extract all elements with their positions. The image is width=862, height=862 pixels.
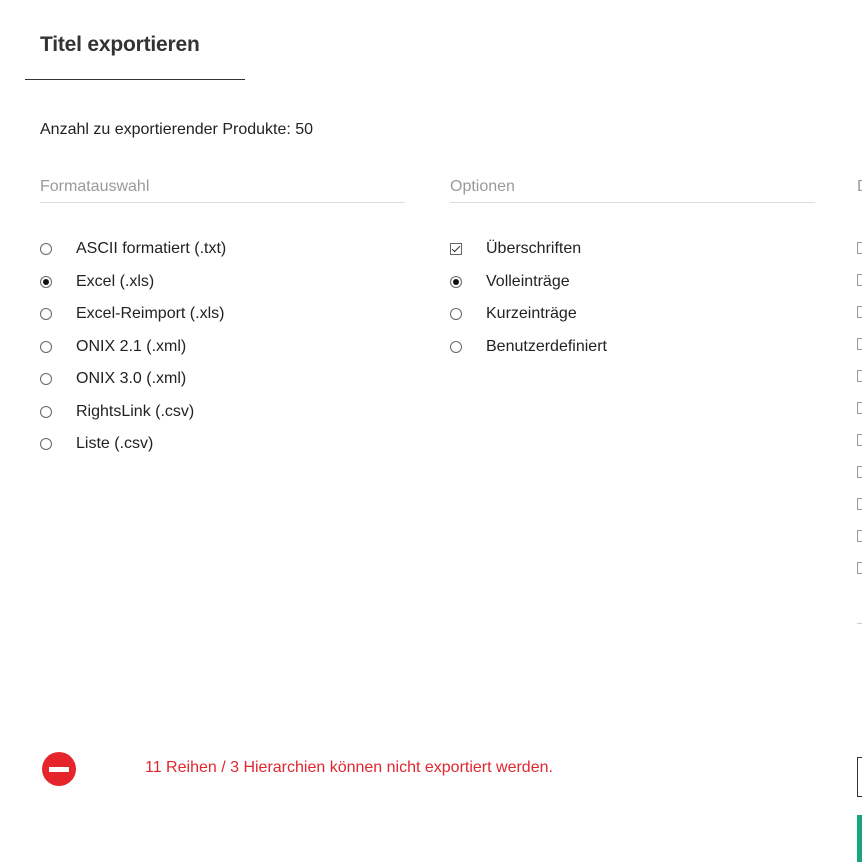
secondary-button[interactable]	[857, 757, 862, 797]
checkbox[interactable]	[857, 434, 862, 446]
checkbox[interactable]	[857, 466, 862, 478]
radio-button[interactable]	[40, 308, 52, 321]
no-entry-icon	[42, 752, 76, 786]
checkbox[interactable]	[857, 498, 862, 510]
radio-button-selected[interactable]	[40, 275, 52, 288]
radio-button[interactable]	[40, 438, 52, 451]
format-option-label: ONIX 3.0 (.xml)	[76, 370, 187, 388]
checkbox[interactable]	[857, 306, 862, 318]
options-heading: Optionen	[450, 178, 815, 203]
radio-button[interactable]	[40, 243, 52, 256]
option-label: Kurzeinträge	[486, 305, 577, 323]
title-underline	[25, 79, 245, 80]
option-headers[interactable]: Überschriften	[450, 233, 607, 266]
divider	[857, 623, 862, 624]
third-column-clipped: D	[857, 0, 862, 862]
radio-button[interactable]	[40, 373, 52, 386]
format-option-label: Excel (.xls)	[76, 272, 155, 290]
radio-button[interactable]	[450, 308, 462, 321]
option-label: Volleinträge	[486, 272, 570, 290]
option-label: Überschriften	[486, 240, 582, 258]
option-short-entries[interactable]: Kurzeinträge	[450, 298, 607, 331]
format-option-onix30[interactable]: ONIX 3.0 (.xml)	[40, 363, 226, 396]
checkbox-checked[interactable]	[450, 243, 462, 256]
options-list: Überschriften Volleinträge Kurzeinträge …	[450, 233, 607, 363]
format-option-liste[interactable]: Liste (.csv)	[40, 428, 226, 461]
format-option-ascii[interactable]: ASCII formatiert (.txt)	[40, 233, 226, 266]
format-option-label: RightsLink (.csv)	[76, 402, 195, 420]
error-message: 11 Reihen / 3 Hierarchien können nicht e…	[145, 759, 553, 776]
radio-button[interactable]	[40, 405, 52, 418]
option-custom[interactable]: Benutzerdefiniert	[450, 331, 607, 364]
radio-button-selected[interactable]	[450, 275, 462, 288]
format-options: ASCII formatiert (.txt) Excel (.xls) Exc…	[40, 233, 226, 461]
format-option-onix21[interactable]: ONIX 2.1 (.xml)	[40, 331, 226, 364]
radio-button[interactable]	[450, 340, 462, 353]
checkbox[interactable]	[857, 370, 862, 382]
option-label: Benutzerdefiniert	[486, 337, 607, 355]
checkbox[interactable]	[857, 274, 862, 286]
format-option-rightslink[interactable]: RightsLink (.csv)	[40, 396, 226, 429]
checkbox[interactable]	[857, 242, 862, 254]
checkbox[interactable]	[857, 530, 862, 542]
option-full-entries[interactable]: Volleinträge	[450, 266, 607, 299]
format-option-label: Liste (.csv)	[76, 435, 154, 453]
third-column-heading: D	[857, 178, 862, 196]
format-option-label: ONIX 2.1 (.xml)	[76, 337, 187, 355]
primary-button[interactable]	[857, 815, 862, 862]
checkbox[interactable]	[857, 562, 862, 574]
format-heading: Formatauswahl	[40, 178, 405, 203]
format-option-excel-reimport[interactable]: Excel-Reimport (.xls)	[40, 298, 226, 331]
checkbox[interactable]	[857, 338, 862, 350]
product-count: Anzahl zu exportierender Produkte: 50	[40, 121, 314, 138]
dialog-title: Titel exportieren	[40, 33, 200, 56]
checkbox[interactable]	[857, 402, 862, 414]
radio-button[interactable]	[40, 340, 52, 353]
format-option-excel[interactable]: Excel (.xls)	[40, 266, 226, 299]
format-option-label: Excel-Reimport (.xls)	[76, 305, 225, 323]
format-option-label: ASCII formatiert (.txt)	[76, 240, 227, 258]
